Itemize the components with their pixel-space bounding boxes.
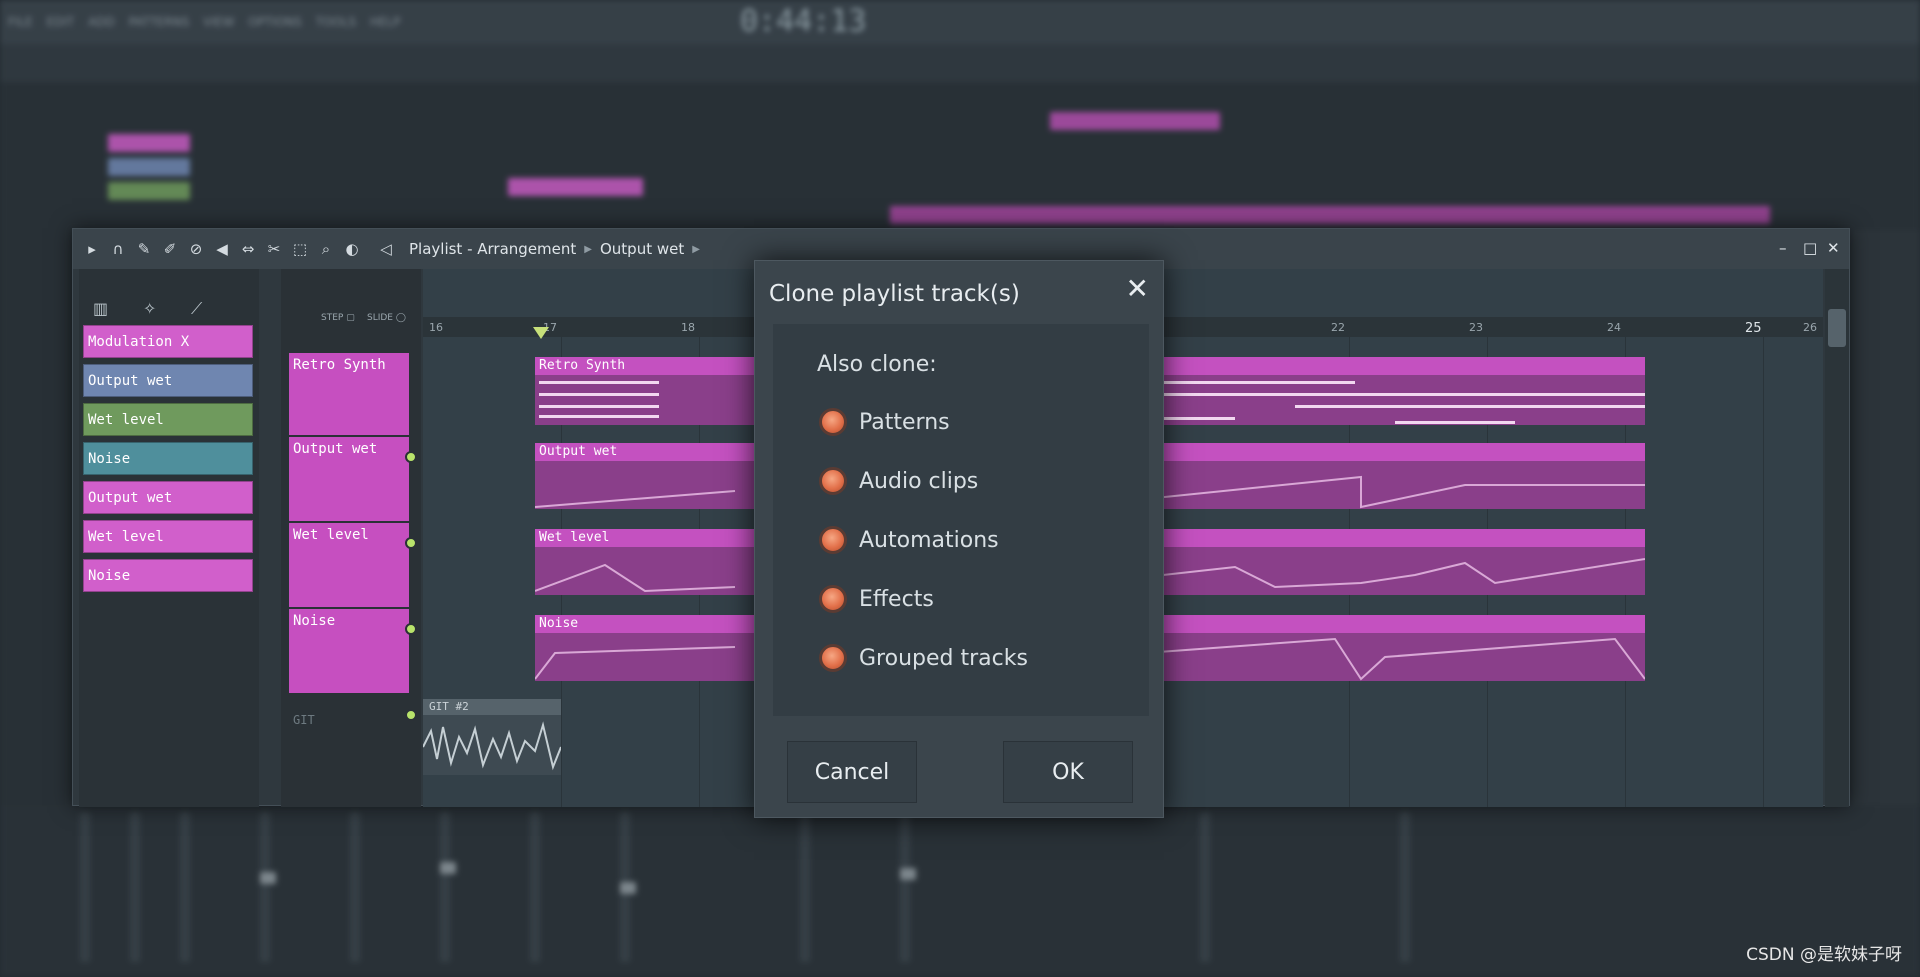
- option-label: Automations: [859, 527, 999, 553]
- cancel-button[interactable]: Cancel: [787, 741, 917, 803]
- option-label: Effects: [859, 586, 934, 612]
- radio-on-icon[interactable]: [819, 408, 847, 436]
- clone-tracks-dialog: Clone playlist track(s) ✕ Also clone: Pa…: [754, 260, 1164, 818]
- watermark: CSDN @是软妹子呀: [1746, 945, 1902, 965]
- ok-button[interactable]: OK: [1003, 741, 1133, 803]
- option-audio-clips[interactable]: Audio clips: [819, 467, 978, 495]
- option-label: Grouped tracks: [859, 645, 1028, 671]
- option-label: Patterns: [859, 409, 950, 435]
- option-patterns[interactable]: Patterns: [819, 408, 950, 436]
- also-clone-label: Also clone:: [817, 352, 937, 377]
- modal-overlay: Clone playlist track(s) ✕ Also clone: Pa…: [0, 0, 1920, 977]
- radio-on-icon[interactable]: [819, 526, 847, 554]
- dialog-title: Clone playlist track(s): [769, 281, 1020, 307]
- option-grouped-tracks[interactable]: Grouped tracks: [819, 644, 1028, 672]
- radio-on-icon[interactable]: [819, 585, 847, 613]
- radio-on-icon[interactable]: [819, 644, 847, 672]
- option-automations[interactable]: Automations: [819, 526, 999, 554]
- radio-on-icon[interactable]: [819, 467, 847, 495]
- dialog-body: Also clone: Patterns Audio clips Automat…: [773, 324, 1149, 716]
- close-icon[interactable]: ✕: [1126, 275, 1149, 303]
- option-label: Audio clips: [859, 468, 979, 494]
- option-effects[interactable]: Effects: [819, 585, 934, 613]
